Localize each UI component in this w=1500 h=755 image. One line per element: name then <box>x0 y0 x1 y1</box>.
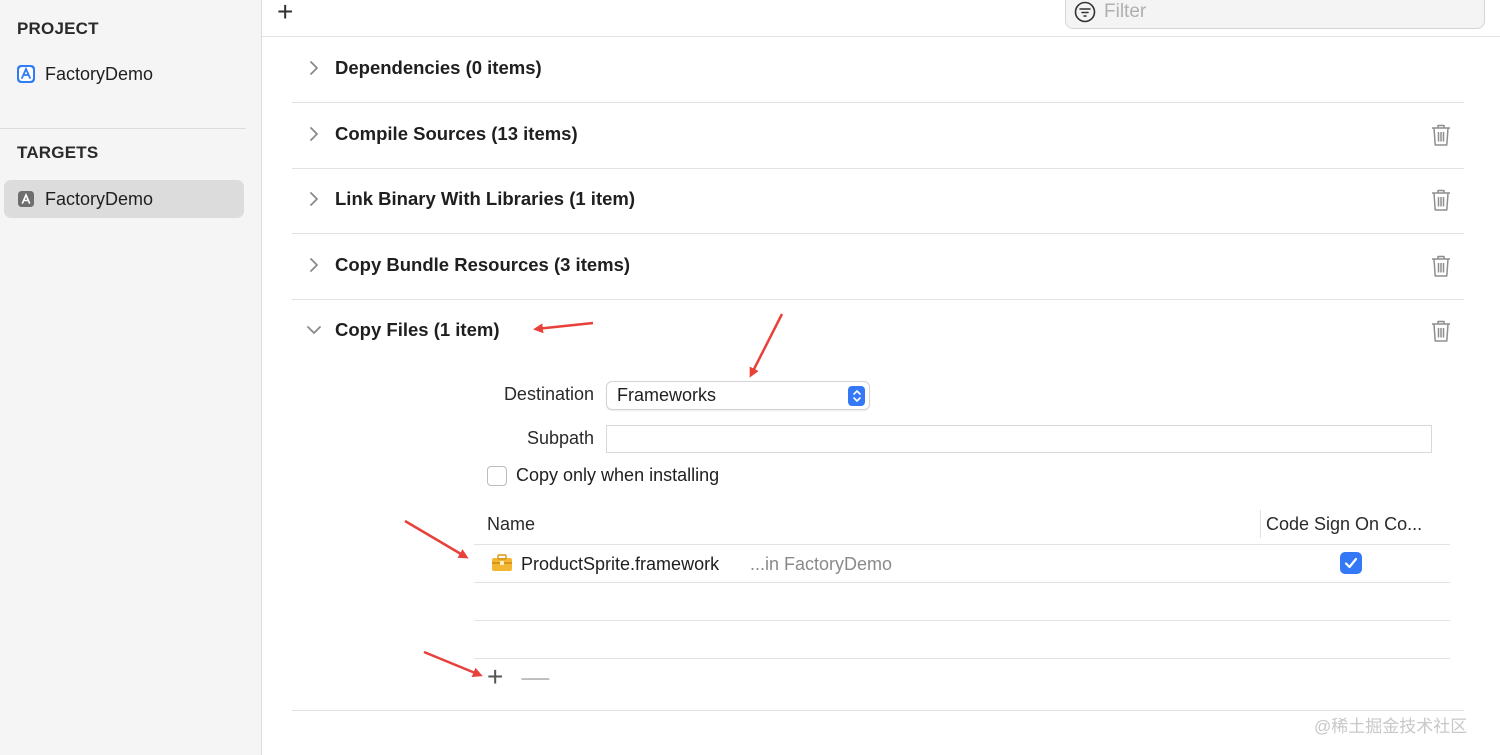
targets-section-header: TARGETS <box>17 143 99 162</box>
filter-icon <box>1074 1 1096 23</box>
trash-icon[interactable] <box>1430 188 1454 214</box>
phase-title: Copy Bundle Resources (3 items) <box>335 254 631 275</box>
phase-compile-sources[interactable]: Compile Sources (13 items) <box>292 102 1464 169</box>
code-sign-checkbox[interactable] <box>1340 552 1362 574</box>
project-section-header: PROJECT <box>17 19 99 38</box>
navigator-sidebar: PROJECT FactoryDemo TARGETS FactoryDemo <box>0 0 262 755</box>
framework-name: ProductSprite.framework <box>521 554 720 574</box>
phase-copy-files[interactable]: Copy Files (1 item) <box>292 298 1464 364</box>
filter-field[interactable] <box>1065 0 1485 29</box>
phase-link-binary[interactable]: Link Binary With Libraries (1 item) <box>292 167 1464 234</box>
chevron-right-icon[interactable] <box>306 126 322 142</box>
phase-title: Link Binary With Libraries (1 item) <box>335 188 636 209</box>
subpath-field[interactable] <box>606 425 1432 453</box>
chevron-down-icon[interactable] <box>306 322 322 338</box>
destination-label: Destination <box>503 384 594 404</box>
copy-only-when-installing[interactable]: Copy only when installing <box>487 465 719 486</box>
sidebar-divider <box>0 128 246 129</box>
phase-dependencies[interactable]: Dependencies (0 items) <box>292 36 1464 103</box>
chevron-right-icon[interactable] <box>306 191 322 207</box>
build-phases-editor: + Dependencies (0 items) Compile Sources… <box>262 0 1500 755</box>
filter-input[interactable] <box>1102 0 1406 24</box>
column-separator[interactable] <box>1260 510 1261 538</box>
copy-only-checkbox[interactable] <box>487 465 507 486</box>
add-remove-controls: + — <box>487 663 549 691</box>
copy-files-table: Name Code Sign On Co... ProductSprite.fr… <box>474 506 1450 659</box>
app-target-icon <box>16 189 36 209</box>
subpath-label: Subpath <box>526 428 594 448</box>
chevron-right-icon[interactable] <box>306 257 322 273</box>
phase-divider <box>292 710 1464 711</box>
copy-only-label: Copy only when installing <box>516 465 720 485</box>
framework-icon <box>491 554 513 572</box>
table-row[interactable]: ProductSprite.framework ...in FactoryDem… <box>474 545 1450 583</box>
phase-title: Compile Sources (13 items) <box>335 123 578 144</box>
popup-stepper-icon <box>848 385 865 406</box>
framework-location: ...in FactoryDemo <box>750 554 893 574</box>
trash-icon[interactable] <box>1430 123 1454 149</box>
phase-copy-bundle-resources[interactable]: Copy Bundle Resources (3 items) <box>292 233 1464 300</box>
table-row-empty <box>474 621 1450 659</box>
chevron-right-icon[interactable] <box>306 60 322 76</box>
phase-title: Copy Files (1 item) <box>335 319 500 340</box>
target-item-factorydemo[interactable]: FactoryDemo <box>4 180 244 218</box>
table-row-empty <box>474 583 1450 621</box>
trash-icon[interactable] <box>1430 319 1454 345</box>
table-header: Name Code Sign On Co... <box>474 506 1450 545</box>
target-item-label: FactoryDemo <box>45 188 154 209</box>
trash-icon[interactable] <box>1430 254 1454 280</box>
add-file-button[interactable]: + <box>487 663 503 691</box>
add-build-phase-button[interactable]: + <box>277 0 293 26</box>
remove-file-button[interactable]: — <box>521 663 549 691</box>
destination-value: Frameworks <box>617 385 717 405</box>
project-item-label: FactoryDemo <box>45 63 154 84</box>
column-header-name[interactable]: Name <box>487 514 535 535</box>
destination-popup[interactable]: Frameworks <box>606 381 870 410</box>
column-header-code-sign[interactable]: Code Sign On Co... <box>1266 514 1422 535</box>
project-item-factorydemo[interactable]: FactoryDemo <box>4 55 244 93</box>
watermark: @稀土掘金技术社区 <box>1314 717 1468 736</box>
phase-title: Dependencies (0 items) <box>335 57 542 78</box>
xcode-project-icon <box>16 64 36 84</box>
